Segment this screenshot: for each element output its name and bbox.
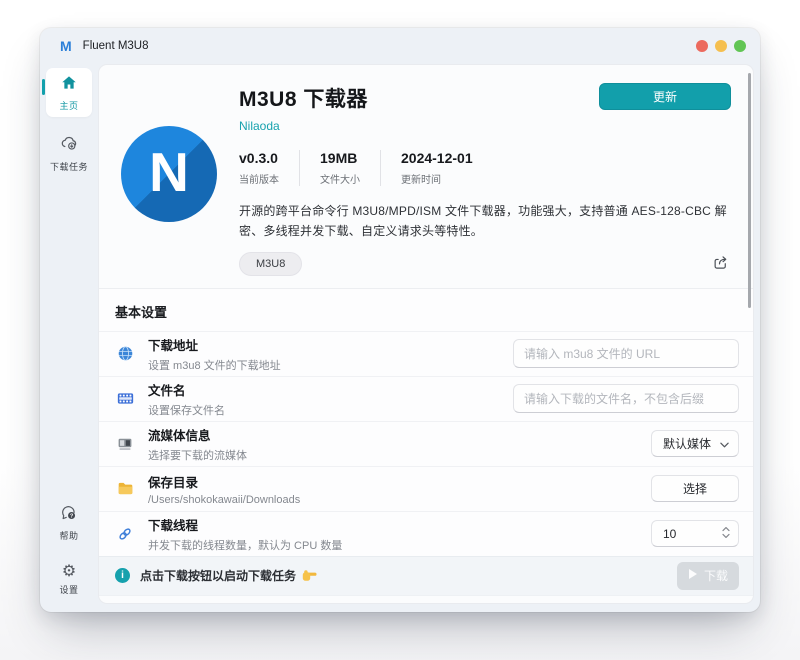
content-panel: 更新 N M3U8 下载器 Nilaoda v0.3.0 当前版本 19MB 文… bbox=[98, 64, 754, 604]
thread-count-value: 10 bbox=[663, 526, 677, 541]
section-title: 基本设置 bbox=[115, 304, 168, 320]
cloud-download-icon bbox=[59, 136, 79, 157]
setting-row-threads: 下载线程 并发下载的线程数量，默认为 CPU 数量 10 bbox=[99, 510, 753, 556]
zoom-button[interactable] bbox=[734, 40, 746, 52]
sidebar-item-label: 主页 bbox=[59, 101, 79, 111]
title-bar[interactable]: M Fluent M3U8 bbox=[40, 28, 760, 64]
svg-text:?: ? bbox=[70, 514, 74, 520]
download-button-label: 下载 bbox=[703, 569, 728, 584]
setting-subtitle: 设置保存文件名 bbox=[148, 404, 225, 417]
traffic-lights bbox=[696, 40, 746, 52]
sidebar-item-home[interactable]: 主页 bbox=[42, 68, 92, 117]
setting-title: 文件名 bbox=[148, 383, 186, 398]
globe-icon bbox=[115, 345, 135, 362]
chevron-down-icon bbox=[720, 437, 729, 451]
sidebar-item-download-tasks[interactable]: 下载任务 bbox=[46, 127, 92, 178]
setting-title: 下载地址 bbox=[148, 338, 199, 353]
close-button[interactable] bbox=[696, 40, 708, 52]
app-stats: v0.3.0 当前版本 19MB 文件大小 2024-12-01 更新时间 bbox=[239, 150, 731, 186]
minimize-button[interactable] bbox=[715, 40, 727, 52]
sidebar-item-label: 设置 bbox=[59, 585, 79, 595]
setting-row-download-url: 下载地址 设置 m3u8 文件的下载地址 bbox=[99, 330, 753, 376]
help-bubble-icon: ? bbox=[60, 506, 78, 526]
filename-input[interactable] bbox=[513, 384, 739, 414]
basic-settings-section: 基本设置 下载地址 设置 m3u8 文件的下载地址 请输入 m3u8 文件的 U… bbox=[99, 287, 753, 556]
download-hint-text: 点击下载按钮以启动下载任务 bbox=[140, 569, 297, 584]
setting-title: 保存目录 bbox=[148, 475, 199, 490]
update-button[interactable]: 更新 bbox=[599, 83, 731, 110]
play-icon bbox=[688, 568, 698, 583]
stepper-chevrons-icon[interactable] bbox=[722, 526, 730, 542]
n-logo-icon: N bbox=[121, 126, 217, 222]
gear-icon: ⚙ bbox=[61, 563, 77, 580]
film-icon bbox=[115, 390, 135, 407]
sidebar-item-settings[interactable]: ⚙ 设置 bbox=[46, 557, 92, 602]
thread-icon bbox=[115, 526, 135, 542]
stat-filesize: 19MB 文件大小 bbox=[299, 150, 380, 186]
setting-row-stream-info: 流媒体信息 选择要下载的流媒体 默认媒体 bbox=[99, 420, 753, 466]
choose-directory-button[interactable]: 选择 bbox=[651, 475, 739, 503]
media-stream-icon bbox=[115, 436, 135, 452]
url-input[interactable] bbox=[513, 339, 739, 369]
stat-updated: 2024-12-01 更新时间 bbox=[380, 150, 493, 186]
setting-subtitle: 设置 m3u8 文件的下载地址 bbox=[148, 359, 281, 372]
setting-subtitle: 并发下载的线程数量，默认为 CPU 数量 bbox=[148, 539, 343, 552]
sidebar-item-help[interactable]: ? 帮助 bbox=[46, 498, 92, 547]
desktop-background: M Fluent M3U8 主页 下载任务 ? 帮助 ⚙ 设置 更新 N M3U… bbox=[0, 0, 800, 660]
save-path: /Users/shokokawaii/Downloads bbox=[148, 493, 301, 506]
app-logo-large: N bbox=[121, 126, 217, 276]
setting-subtitle: 选择要下载的流媒体 bbox=[148, 449, 247, 462]
window-title: Fluent M3U8 bbox=[82, 40, 149, 52]
tag-m3u8[interactable]: M3U8 bbox=[239, 251, 303, 276]
sidebar: 主页 下载任务 ? 帮助 ⚙ 设置 bbox=[40, 64, 98, 612]
info-icon: i bbox=[115, 568, 130, 584]
setting-row-save-directory: 保存目录 /Users/shokokawaii/Downloads 选择 bbox=[99, 465, 753, 511]
author-link[interactable]: Nilaoda bbox=[239, 119, 731, 133]
share-button[interactable] bbox=[710, 252, 731, 276]
media-select-value: 默认媒体 bbox=[663, 437, 712, 452]
app-info-section: 更新 N M3U8 下载器 Nilaoda v0.3.0 当前版本 19MB 文… bbox=[99, 65, 753, 288]
folder-icon bbox=[115, 480, 135, 497]
download-button[interactable]: 下载 bbox=[677, 561, 739, 590]
thread-count-stepper[interactable]: 10 bbox=[651, 520, 739, 548]
setting-title: 下载线程 bbox=[148, 518, 199, 533]
home-icon bbox=[60, 76, 78, 96]
sidebar-item-label: 帮助 bbox=[59, 531, 79, 541]
share-icon bbox=[712, 254, 729, 274]
media-select[interactable]: 默认媒体 bbox=[651, 430, 739, 458]
setting-row-filename: 文件名 设置保存文件名 bbox=[99, 375, 753, 421]
stat-version: v0.3.0 当前版本 bbox=[239, 150, 279, 186]
pointing-hand-icon bbox=[302, 569, 317, 582]
app-logo-icon: M bbox=[60, 38, 72, 54]
sidebar-item-label: 下载任务 bbox=[49, 162, 88, 172]
setting-title: 流媒体信息 bbox=[148, 428, 211, 443]
app-description: 开源的跨平台命令行 M3U8/MPD/ISM 文件下载器，功能强大，支持普通 A… bbox=[239, 204, 727, 239]
download-hint-bar: i 点击下载按钮以启动下载任务 下载 bbox=[99, 555, 753, 596]
app-window: M Fluent M3U8 主页 下载任务 ? 帮助 ⚙ 设置 更新 N M3U… bbox=[40, 28, 760, 612]
